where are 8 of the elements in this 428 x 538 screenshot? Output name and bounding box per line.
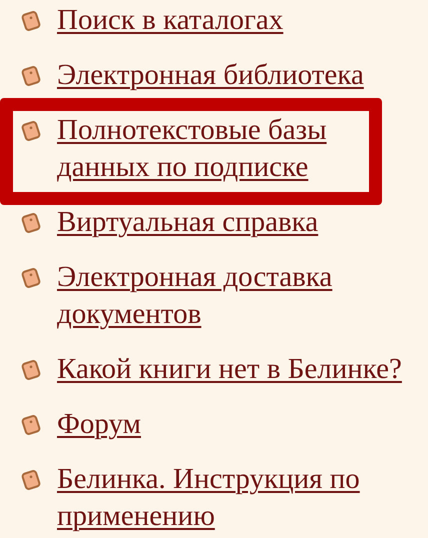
menu-link[interactable]: Полнотекстовые базы данных по подписке [57,112,407,186]
menu-link[interactable]: Электронная доставка документов [57,259,407,333]
menu-link[interactable]: Поиск в каталогах [57,2,407,39]
menu-link[interactable]: Виртуальная справка [57,204,407,241]
menu-link[interactable]: Какой книги нет в Белинке? [57,351,407,388]
menu-link[interactable]: Белинка. Инструкция по применению [57,461,407,535]
menu-link[interactable]: Электронная библиотека [57,57,407,94]
menu-link[interactable]: Форум [57,406,407,443]
